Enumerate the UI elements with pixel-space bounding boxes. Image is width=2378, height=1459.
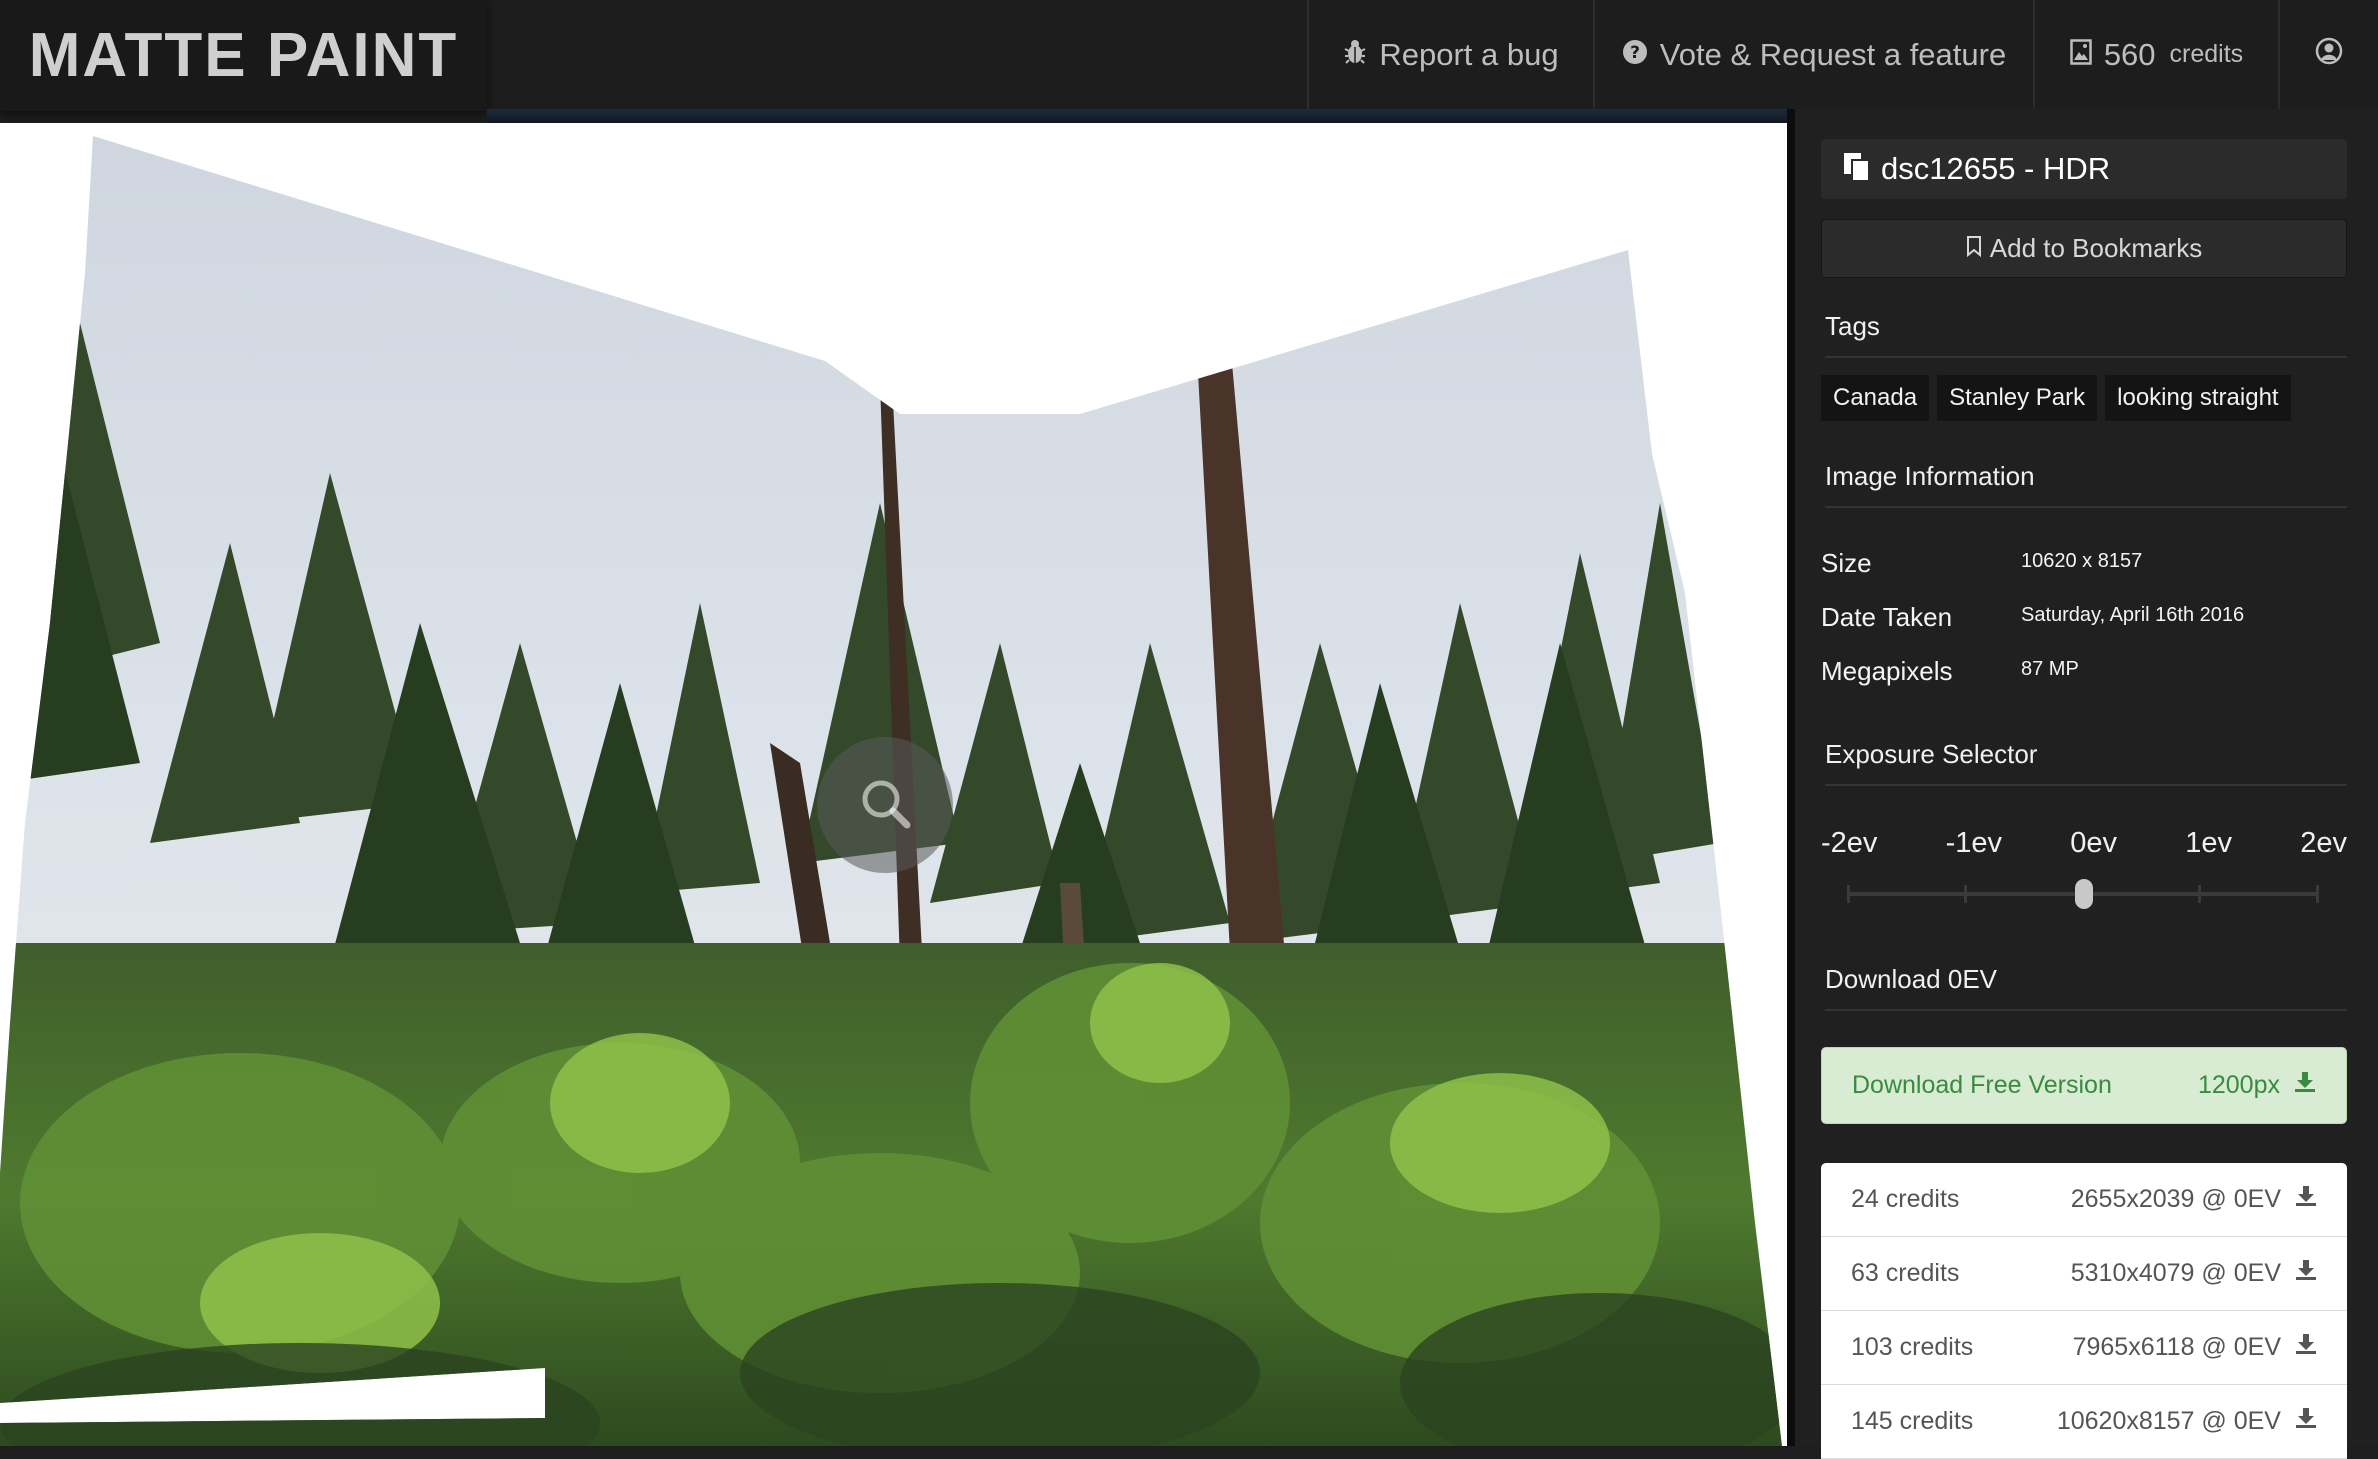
bug-icon [1343,37,1367,73]
info-value: 87 MP [2021,658,2079,680]
download-icon [2295,1259,2317,1288]
slider-tick [2198,885,2201,903]
download-options-list: 24 credits 2655x2039 @ 0EV 63 credits 53… [1821,1163,2347,1459]
tag-item[interactable]: Canada [1821,375,1930,421]
slider-tick [1847,885,1850,903]
zoom-button[interactable] [817,737,953,873]
download-credits: 63 credits [1851,1259,1960,1287]
image-title-box: dsc12655 - HDR [1821,139,2347,199]
download-icon [2295,1185,2317,1214]
vote-request-label: Vote & Request a feature [1659,36,2007,72]
sidebar-divider [1787,109,1795,1446]
vote-request-link[interactable]: ? Vote & Request a feature [1593,0,2033,109]
ev-label[interactable]: 2ev [2300,827,2347,860]
download-size: 10620x8157 @ 0EV [2056,1407,2281,1435]
image-viewer[interactable] [0,123,1787,1446]
header-shadow-strip [487,109,1787,123]
slider-tick [2316,885,2319,903]
download-size: 5310x4079 @ 0EV [2070,1259,2281,1287]
download-heading: Download 0EV [1825,964,2347,1011]
svg-text:?: ? [1630,43,1640,63]
info-label: Megapixels [1821,656,1953,686]
image-file-icon [2070,37,2092,73]
report-bug-label: Report a bug [1379,36,1559,72]
image-title: dsc12655 - HDR [1881,151,2111,186]
info-row-megapixels: Megapixels 87 MP [1821,656,2347,687]
slider-handle[interactable] [2075,879,2093,909]
tags-heading: Tags [1825,311,2347,358]
ev-label[interactable]: -1ev [1946,827,2002,860]
download-icon [2294,1071,2316,1100]
zoom-in-icon [855,773,915,838]
info-label: Size [1821,548,1872,578]
download-icon [2295,1407,2317,1436]
download-option-row[interactable]: 103 credits 7965x6118 @ 0EV [1821,1311,2347,1385]
info-label: Date Taken [1821,602,1953,632]
credits-label: credits [2169,40,2244,68]
slider-tick [1964,885,1967,903]
exposure-labels: -2ev -1ev 0ev 1ev 2ev [1821,827,2347,860]
credits-link[interactable]: 560 credits [2033,0,2278,109]
user-circle-icon [2315,37,2343,73]
nav-menu: Report a bug ? Vote & Request a feature … [1307,0,2378,109]
question-circle-icon: ? [1622,37,1648,73]
download-size: 2655x2039 @ 0EV [2070,1185,2281,1213]
info-value: Saturday, April 16th 2016 [2021,604,2245,626]
add-bookmark-label: Add to Bookmarks [1989,233,2203,263]
top-navbar: MATTE PAINT Report a bug ? Vote & Reques… [0,0,2378,111]
tag-item[interactable]: looking straight [2105,375,2291,421]
download-credits: 24 credits [1851,1185,1960,1213]
download-option-row[interactable]: 24 credits 2655x2039 @ 0EV [1821,1163,2347,1237]
add-bookmark-button[interactable]: Add to Bookmarks [1821,219,2347,278]
download-option-row[interactable]: 145 credits 10620x8157 @ 0EV [1821,1385,2347,1459]
tag-list: Canada Stanley Park looking straight [1821,375,2291,421]
copy-files-icon [1843,152,1871,187]
download-free-button[interactable]: Download Free Version 1200px [1821,1047,2347,1124]
ev-label[interactable]: -2ev [1821,827,1877,860]
info-row-date: Date Taken Saturday, April 16th 2016 [1821,602,2347,633]
credits-count: 560 [2103,36,2156,72]
ev-label[interactable]: 1ev [2185,827,2232,860]
image-info-heading: Image Information [1825,461,2347,508]
exposure-heading: Exposure Selector [1825,739,2347,786]
download-free-size: 1200px [2197,1071,2280,1099]
info-row-size: Size 10620 x 8157 [1821,548,2347,579]
download-credits: 103 credits [1851,1333,1974,1361]
download-credits: 145 credits [1851,1407,1974,1435]
bookmark-icon [1966,233,1982,264]
tag-item[interactable]: Stanley Park [1937,375,2098,421]
ev-label[interactable]: 0ev [2070,827,2117,860]
info-value: 10620 x 8157 [2021,550,2143,572]
download-option-row[interactable]: 63 credits 5310x4079 @ 0EV [1821,1237,2347,1311]
exposure-slider[interactable] [1847,879,2319,909]
download-free-label: Download Free Version [1852,1071,2112,1099]
report-bug-link[interactable]: Report a bug [1307,0,1593,109]
image-sidebar: dsc12655 - HDR Add to Bookmarks Tags Can… [1795,109,2378,1459]
user-account-button[interactable] [2278,0,2378,109]
logo: MATTE PAINT [28,21,459,90]
logo-link[interactable]: MATTE PAINT [0,0,487,111]
download-icon [2295,1333,2317,1362]
download-size: 7965x6118 @ 0EV [2072,1333,2281,1361]
